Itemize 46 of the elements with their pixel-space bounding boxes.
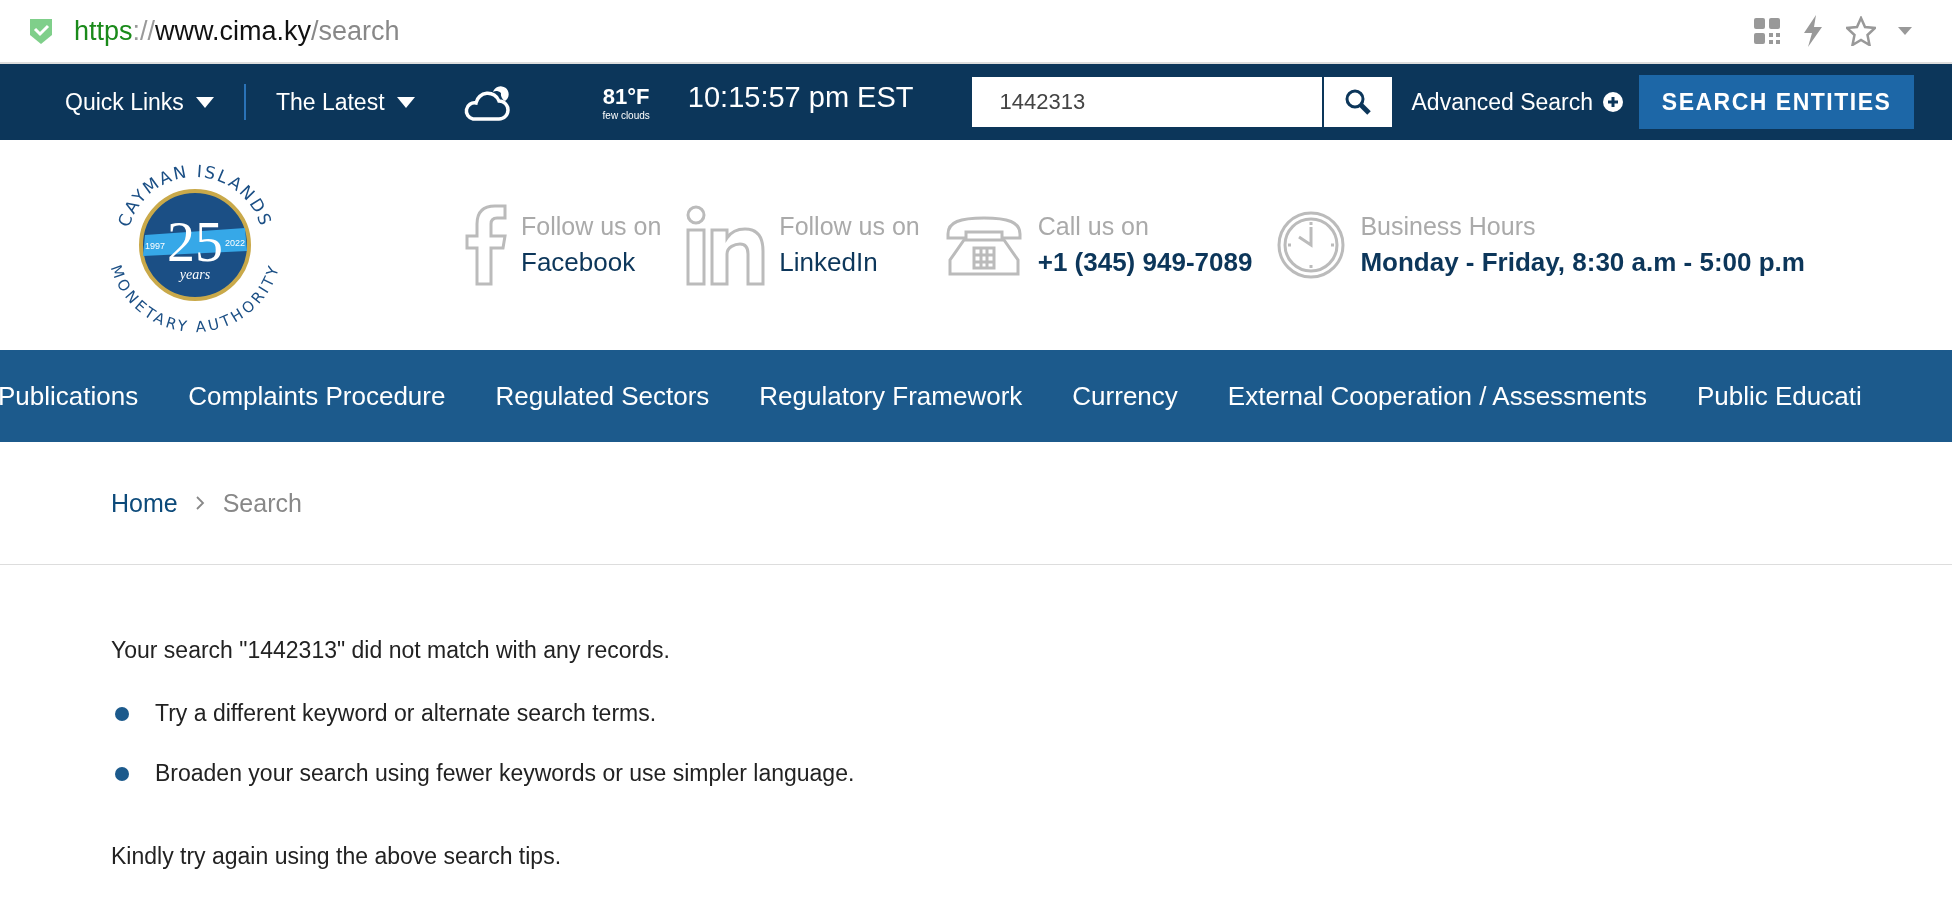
contact-link[interactable]: Monday - Friday, 8:30 a.m - 5:00 p.m — [1360, 247, 1805, 278]
star-icon[interactable] — [1846, 16, 1876, 46]
nav-item[interactable]: Complaints Procedure — [188, 380, 446, 412]
caret-icon — [195, 96, 214, 108]
clock-time: 10:15:57 pm EST — [687, 80, 914, 114]
address-field[interactable]: https://www.cima.ky/search — [74, 15, 1734, 47]
closing-message: Kindly try again using the above search tips. — [111, 843, 563, 870]
lightning-icon[interactable] — [1802, 15, 1824, 47]
search-icon — [1344, 89, 1371, 115]
nav-item[interactable]: Currency — [1072, 380, 1178, 412]
breadcrumb-link[interactable]: Search — [222, 488, 302, 518]
search-tip: Broaden your search using fewer keywords or use simpler language. — [155, 760, 855, 787]
nav-item[interactable]: External Cooperation / Assessments — [1227, 380, 1647, 412]
plus-icon — [1603, 92, 1624, 112]
advanced-search-link[interactable]: Advanced Search — [1411, 88, 1624, 116]
chevron-icon — [195, 496, 205, 510]
contact-link[interactable]: +1 (345) 949-7089 — [1037, 247, 1253, 278]
contact-label: Follow us on — [521, 212, 662, 241]
bullet-icon — [115, 706, 129, 721]
bullet-icon — [115, 766, 129, 781]
dropdown-icon[interactable] — [1898, 27, 1912, 35]
shield-icon — [28, 17, 54, 45]
no-results-message: Your search "1442313" did not match with any records. — [111, 637, 671, 664]
contact-label: Follow us on — [779, 212, 920, 241]
search-tip: Try a different keyword or alternate search terms. — [155, 700, 657, 727]
nav-item[interactable]: Publications — [0, 380, 139, 412]
clock-icon — [1276, 210, 1347, 280]
linkedin-icon — [685, 204, 766, 286]
dropdown-menu[interactable]: The Latest — [275, 88, 415, 116]
weather-condition: few clouds — [602, 109, 650, 121]
search-entities-button[interactable]: SEARCH ENTITIES — [1639, 75, 1915, 129]
temperature: 81°F — [602, 83, 650, 110]
search-button[interactable] — [1321, 77, 1392, 127]
facebook-icon — [465, 204, 507, 286]
nav-item[interactable]: Regulatory Framework — [759, 380, 1023, 412]
dropdown-menu[interactable]: Quick Links — [65, 88, 214, 116]
contact-label: Call us on — [1037, 212, 1150, 241]
nav-item[interactable]: Public Educati — [1696, 380, 1862, 412]
contact-label: Business Hours — [1360, 212, 1537, 241]
search-field[interactable]: 1442313 — [971, 77, 1322, 127]
qr-code-icon[interactable] — [1754, 18, 1780, 44]
caret-icon — [396, 96, 415, 108]
contact-link[interactable]: LinkedIn — [779, 247, 920, 278]
contact-link[interactable]: Facebook — [521, 247, 662, 278]
nav-item[interactable]: Regulated Sectors — [495, 380, 710, 412]
breadcrumb-link[interactable]: Home — [111, 488, 178, 518]
